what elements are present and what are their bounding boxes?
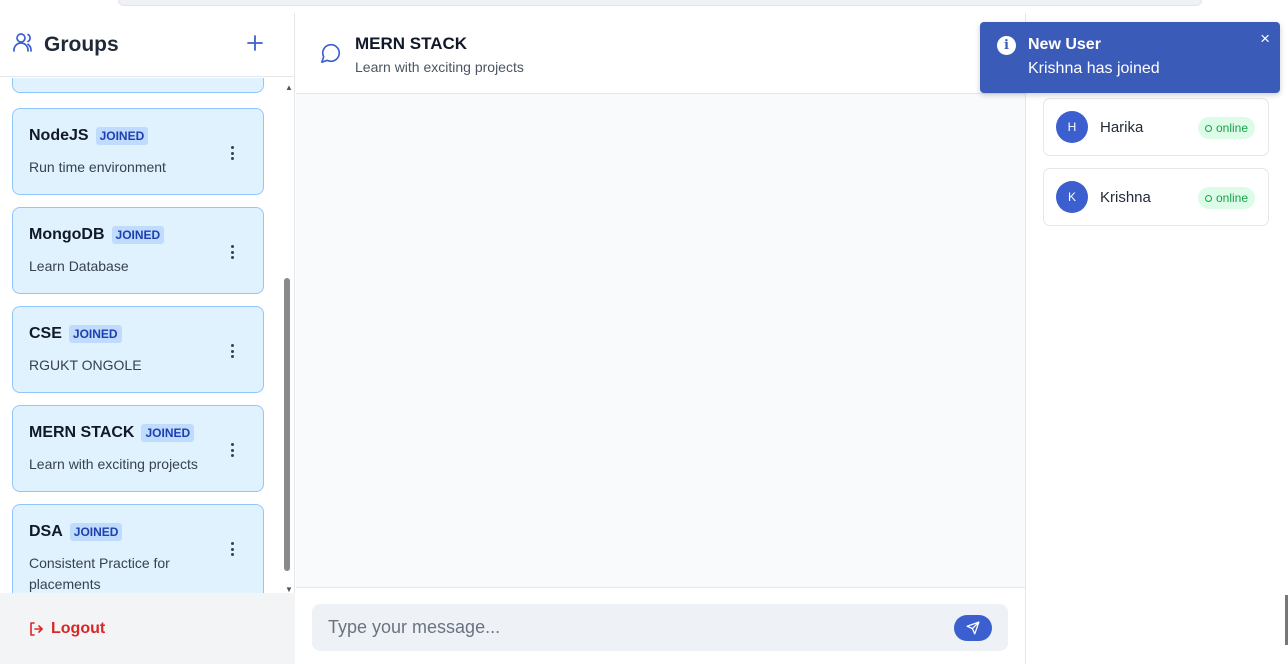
joined-badge: JOINED [68,325,122,343]
group-card[interactable]: MERN STACK JOINED Learn with exciting pr… [12,405,264,492]
send-icon [966,621,980,635]
kebab-menu-icon[interactable] [229,344,235,358]
plus-icon [247,35,263,51]
group-list: NodeJS JOINED Run time environment Mongo… [0,78,295,593]
joined-badge: JOINED [95,127,149,145]
chat-panel: MERN STACK Learn with exciting projects [296,13,1025,664]
toast-message: Krishna has joined [1028,60,1160,77]
joined-badge: JOINED [141,424,195,442]
member-name: Krishna [1100,188,1151,206]
sidebar-title: Groups [44,32,119,56]
joined-badge: JOINED [111,226,165,244]
group-description: Consistent Practice for placements [29,555,170,592]
group-card[interactable]: MongoDB JOINED Learn Database [12,207,264,294]
member-name: Harika [1100,118,1144,136]
members-panel: H Harika online K Krishna online [1025,13,1288,664]
avatar: H [1056,111,1088,143]
close-icon[interactable]: × [1260,29,1270,49]
message-input-wrapper [312,604,1008,651]
member-card[interactable]: H Harika online [1043,98,1269,156]
logout-icon [30,621,43,636]
users-icon [12,30,36,59]
logout-label: Logout [51,619,106,637]
add-group-button[interactable] [243,31,267,55]
sidebar-header: Groups [0,13,295,77]
scroll-up-arrow-icon[interactable]: ▲ [285,83,293,92]
message-input[interactable] [312,604,942,651]
group-description: Learn Database [29,258,129,274]
group-card[interactable]: DSA JOINED Consistent Practice for place… [12,504,264,593]
status-label: online [1215,191,1248,205]
status-dot-icon [1204,194,1212,202]
member-card[interactable]: K Krishna online [1043,168,1269,226]
group-name: CSE [29,325,62,342]
status-dot-icon [1204,124,1212,132]
toast-title: New User [1028,36,1101,53]
avatar: K [1056,181,1088,213]
joined-badge: JOINED [69,523,123,541]
kebab-menu-icon[interactable] [229,146,235,160]
send-button[interactable] [954,615,992,641]
toast-notification: i New User Krishna has joined × [980,22,1280,93]
scrollbar-thumb[interactable] [284,278,290,571]
kebab-menu-icon[interactable] [229,245,235,259]
group-name: MongoDB [29,226,105,243]
groups-sidebar: Groups NodeJS JOINED Run time environmen… [0,13,295,664]
group-description: Learn with exciting projects [29,456,198,472]
group-list-scrollbar[interactable]: ▲ ▼ [282,83,293,595]
group-description: Run time environment [29,159,166,175]
sidebar-footer: Logout [0,593,295,664]
group-card[interactable]: CSE JOINED RGUKT ONGOLE [12,306,264,393]
group-name: MERN STACK [29,424,135,441]
chat-bubble-icon [320,42,342,69]
logout-button[interactable]: Logout [28,620,105,638]
chat-title: MERN STACK [355,34,468,53]
group-description: RGUKT ONGOLE [29,357,142,373]
group-card[interactable]: NodeJS JOINED Run time environment [12,108,264,195]
status-badge: online [1197,187,1255,209]
kebab-menu-icon[interactable] [229,542,235,556]
browser-top-strip [118,0,1202,6]
group-name: DSA [29,523,63,540]
info-icon: i [997,36,1016,55]
group-card-partial[interactable] [12,78,264,93]
group-name: NodeJS [29,127,89,144]
status-label: online [1215,121,1248,135]
chat-composer [296,587,1025,664]
chat-header: MERN STACK Learn with exciting projects [296,13,1025,94]
chat-subtitle: Learn with exciting projects [355,59,524,75]
kebab-menu-icon[interactable] [229,443,235,457]
status-badge: online [1197,117,1255,139]
